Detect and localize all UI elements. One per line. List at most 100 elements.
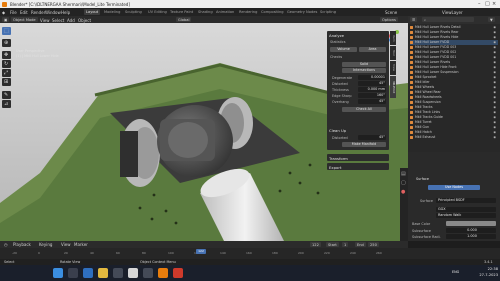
taskbar-app-icon[interactable]: [143, 268, 153, 278]
options-dropdown[interactable]: Options: [380, 17, 398, 22]
degenerate-field[interactable]: 0.00001: [358, 75, 386, 80]
timeline-menu-keying[interactable]: Keying: [39, 242, 52, 247]
tab-compositing[interactable]: Compositing: [259, 9, 286, 15]
area-button[interactable]: Area: [359, 47, 386, 52]
edge-browser-icon[interactable]: [83, 268, 93, 278]
eye-icon[interactable]: ◉: [493, 135, 496, 139]
tab-3d-print[interactable]: 3D-Print: [390, 76, 396, 98]
minimize-icon[interactable]: –: [478, 1, 481, 7]
material-tab-icon[interactable]: ●: [401, 189, 405, 195]
tab-view[interactable]: View: [390, 61, 396, 75]
start-frame-field[interactable]: 1: [342, 242, 349, 247]
eye-icon[interactable]: ◉: [493, 115, 496, 119]
overhang-field[interactable]: 45°: [358, 99, 386, 104]
menu-window[interactable]: Window: [45, 10, 61, 15]
filter-icon[interactable]: ▼: [488, 17, 495, 22]
eye-icon[interactable]: ◉: [493, 30, 496, 34]
timeline-menu-marker[interactable]: Marker: [74, 242, 88, 247]
move-icon[interactable]: ✥: [2, 51, 11, 59]
eye-icon[interactable]: ◉: [493, 80, 496, 84]
taskbar-app-icon[interactable]: [173, 268, 183, 278]
transform-icon[interactable]: ⊞: [2, 78, 11, 86]
subsurface-radius-x[interactable]: 1.000: [446, 234, 496, 239]
solid-button[interactable]: Solid: [342, 62, 386, 67]
eye-icon[interactable]: ◉: [493, 105, 496, 109]
tab-item[interactable]: Item: [390, 31, 396, 45]
eye-icon[interactable]: ◉: [493, 90, 496, 94]
surface-shader-field[interactable]: Principled BSDF: [436, 198, 496, 203]
cleanup-header[interactable]: Clean Up: [329, 128, 346, 133]
maximize-icon[interactable]: □: [485, 1, 490, 7]
eye-icon[interactable]: ◉: [493, 125, 496, 129]
menu-file[interactable]: File: [10, 10, 17, 15]
language-indicator[interactable]: ENG: [452, 270, 459, 274]
mode-selector[interactable]: Object Mode: [11, 17, 38, 22]
file-explorer-icon[interactable]: [98, 268, 108, 278]
render-tab-icon[interactable]: ▤: [401, 171, 406, 177]
start-label[interactable]: Start: [326, 242, 339, 247]
tab-tool[interactable]: Tool: [390, 46, 396, 60]
viewport-menu-add[interactable]: Add: [67, 18, 75, 23]
rotate-icon[interactable]: ↻: [2, 60, 11, 68]
eye-icon[interactable]: ◉: [493, 95, 496, 99]
subsurface-method-select[interactable]: Random Walk: [436, 213, 496, 218]
object-tab-icon[interactable]: ▢: [401, 180, 406, 186]
tab-modeling[interactable]: Modeling: [102, 9, 122, 15]
distorted-field[interactable]: 45°: [358, 81, 386, 86]
annotate-icon[interactable]: ✎: [2, 91, 11, 99]
tab-animation[interactable]: Animation: [214, 9, 236, 15]
close-icon[interactable]: ×: [492, 1, 496, 7]
select-icon[interactable]: ⬚: [2, 27, 11, 35]
eye-icon[interactable]: ◉: [493, 25, 496, 29]
edge-sharp-field[interactable]: 160°: [358, 93, 386, 98]
timeline-menu-icon[interactable]: ◷: [4, 242, 8, 247]
tab-scripting[interactable]: Scripting: [318, 9, 338, 15]
tab-uv-editing[interactable]: UV Editing: [146, 9, 169, 15]
eye-icon[interactable]: ◉: [493, 65, 496, 69]
blender-menu-icon[interactable]: ◆: [2, 10, 5, 15]
eye-icon[interactable]: ◉: [493, 40, 496, 44]
outliner-editor-icon[interactable]: ☰: [410, 17, 418, 22]
eye-icon[interactable]: ◉: [493, 75, 496, 79]
check-all-button[interactable]: Check All: [342, 107, 386, 112]
eye-icon[interactable]: ◉: [493, 130, 496, 134]
menu-help[interactable]: Help: [61, 10, 70, 15]
subsurface-field[interactable]: 0.000: [446, 228, 496, 233]
tab-geometry-nodes[interactable]: Geometry Nodes: [285, 9, 319, 15]
viewport-menu-object[interactable]: Object: [78, 18, 91, 23]
scene-selector[interactable]: Scene: [385, 10, 397, 15]
surface-section-label[interactable]: Surface: [416, 177, 429, 181]
timeline-menu-view[interactable]: View: [61, 242, 71, 247]
analyze-header[interactable]: Analyze: [329, 33, 344, 38]
tab-shading[interactable]: Shading: [196, 9, 215, 15]
cursor-icon[interactable]: ⊕: [2, 39, 11, 47]
tab-layout[interactable]: Layout: [84, 9, 101, 15]
end-frame-field[interactable]: 250: [368, 242, 379, 247]
timeline-menu-playback[interactable]: Playback: [13, 242, 31, 247]
base-color-swatch[interactable]: [446, 221, 496, 226]
cleanup-distorted-field[interactable]: 45°: [358, 135, 386, 140]
eye-icon[interactable]: ◉: [493, 110, 496, 114]
eye-icon[interactable]: ◉: [493, 45, 496, 49]
eye-icon[interactable]: ◉: [493, 35, 496, 39]
intersections-button[interactable]: Intersections: [342, 68, 386, 73]
taskbar-date[interactable]: 27-7-2023: [466, 273, 498, 277]
playhead[interactable]: 122: [196, 249, 206, 254]
tab-sculpting[interactable]: Sculpting: [123, 9, 144, 15]
viewport-menu-view[interactable]: View: [40, 18, 50, 23]
editor-type-icon[interactable]: ▣: [2, 17, 10, 22]
volume-button[interactable]: Volume: [330, 47, 357, 52]
taskbar-time[interactable]: 22:38: [470, 267, 498, 271]
eye-icon[interactable]: ◉: [493, 100, 496, 104]
taskbar-app-icon[interactable]: [113, 268, 123, 278]
export-header[interactable]: Export: [329, 165, 341, 170]
outliner-item[interactable]: MkII Exhaust ◉: [410, 135, 498, 140]
scale-icon[interactable]: ⤢: [2, 69, 11, 77]
taskbar-app-icon[interactable]: [128, 268, 138, 278]
transform-orientation[interactable]: Global: [176, 17, 192, 22]
measure-icon[interactable]: ⊿: [2, 100, 11, 108]
thickness-field[interactable]: 0.000 mm: [358, 87, 386, 92]
distribution-select[interactable]: GGX: [436, 207, 496, 212]
blender-taskbar-icon[interactable]: [158, 268, 168, 278]
windows-start-icon[interactable]: [53, 268, 63, 278]
